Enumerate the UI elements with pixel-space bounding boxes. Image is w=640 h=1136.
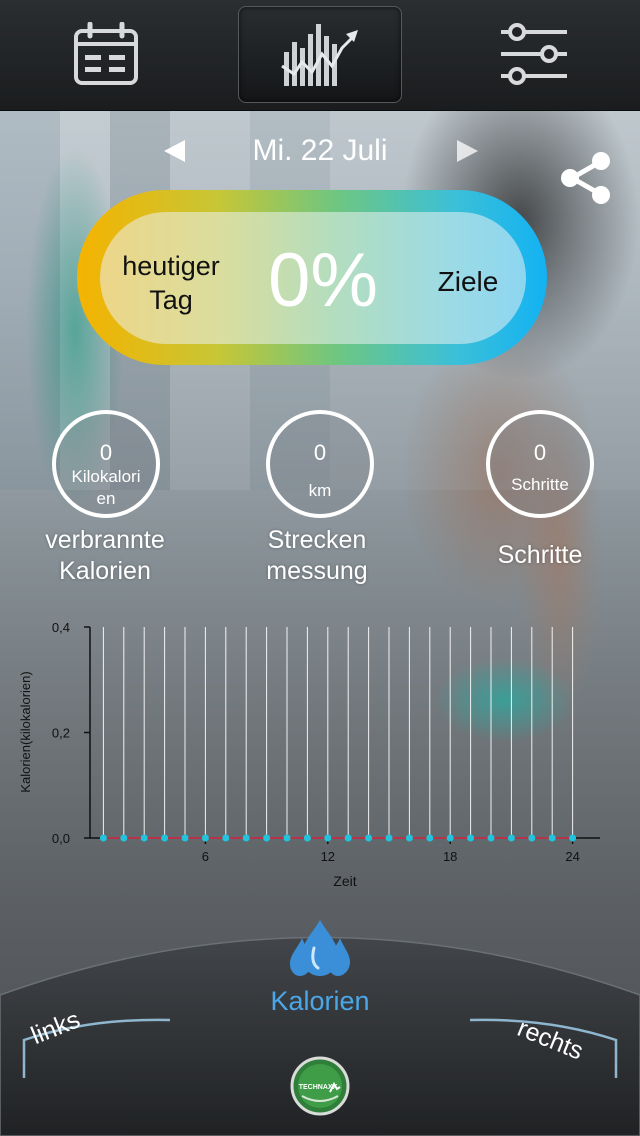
data-point: [120, 834, 128, 842]
data-point: [548, 834, 556, 842]
data-point: [181, 834, 189, 842]
x-tick-label: 6: [202, 849, 209, 864]
calendar-icon: [74, 22, 138, 85]
chart-grid: [102, 627, 574, 838]
goal-today-label: heutiger Tag: [108, 249, 234, 317]
top-bar: [0, 0, 640, 111]
data-point: [385, 834, 393, 842]
triangle-right-icon[interactable]: [457, 140, 478, 162]
settings-sliders-icon: [501, 23, 567, 85]
metric-title: Kalorien: [270, 986, 370, 1016]
calories-chart: 0,0 0,2 0,4 6 12 18 24 Zeit Kalorien(kilokalo…: [18, 620, 600, 889]
data-point: [467, 834, 475, 842]
current-date: Mi. 22 Juli: [252, 134, 388, 167]
distance-label: Strecken messung: [266, 526, 368, 585]
data-point: [446, 834, 454, 842]
calories-unit: Kilokalori en: [71, 467, 141, 508]
water-drop-icon: [290, 920, 350, 976]
data-point: [569, 834, 577, 842]
data-point: [161, 834, 169, 842]
data-point: [344, 834, 352, 842]
y-tick-label: 0,2: [52, 726, 70, 741]
steps-circle: 0 Schritte: [486, 410, 594, 518]
distance-value: 0: [313, 440, 327, 465]
calories-value: 0: [99, 440, 113, 465]
calories-label: verbrannte Kalorien: [45, 526, 165, 585]
technaxx-logo: TECHNAXX: [290, 1056, 350, 1116]
data-point: [324, 834, 332, 842]
data-point: [365, 834, 373, 842]
data-point: [222, 834, 230, 842]
data-point: [487, 834, 495, 842]
data-point: [201, 834, 209, 842]
data-point: [283, 834, 291, 842]
data-point: [405, 834, 413, 842]
steps-unit: Schritte: [511, 475, 569, 494]
data-point: [140, 834, 148, 842]
y-tick-label: 0,0: [52, 831, 70, 846]
data-point: [507, 834, 515, 842]
steps-label: Schritte: [497, 541, 583, 569]
distance-unit: km: [308, 481, 332, 500]
settings-button[interactable]: [498, 20, 570, 88]
steps-value: 0: [533, 440, 547, 465]
data-point: [242, 834, 250, 842]
share-icon[interactable]: [558, 150, 614, 206]
date-navigation: Mi. 22 Juli: [0, 132, 640, 176]
y-ticks: 0,0 0,2 0,4: [52, 620, 90, 846]
data-point: [426, 834, 434, 842]
y-axis-label: Kalorien(kilokalorien): [18, 671, 33, 792]
data-point: [303, 834, 311, 842]
chart-series: [99, 834, 577, 842]
stats-chart-icon: [281, 23, 358, 86]
x-ticks: 6 12 18 24: [202, 838, 580, 864]
x-tick-label: 18: [443, 849, 457, 864]
triangle-left-icon[interactable]: [164, 140, 185, 162]
data-point: [99, 834, 107, 842]
calories-circle: 0 Kilokalori en: [52, 410, 160, 518]
data-point: [528, 834, 536, 842]
x-tick-label: 12: [321, 849, 335, 864]
data-point: [263, 834, 271, 842]
calendar-button[interactable]: [70, 20, 142, 88]
y-tick-label: 0,4: [52, 620, 70, 635]
goal-today-text: heutiger Tag: [122, 251, 220, 315]
x-axis-label: Zeit: [333, 873, 356, 889]
goal-percent: 0%: [268, 238, 378, 323]
x-tick-label: 24: [565, 849, 579, 864]
goal-target-label: Ziele: [437, 266, 499, 297]
distance-circle: 0 km: [266, 410, 374, 518]
statistics-tab-button[interactable]: [238, 6, 402, 103]
